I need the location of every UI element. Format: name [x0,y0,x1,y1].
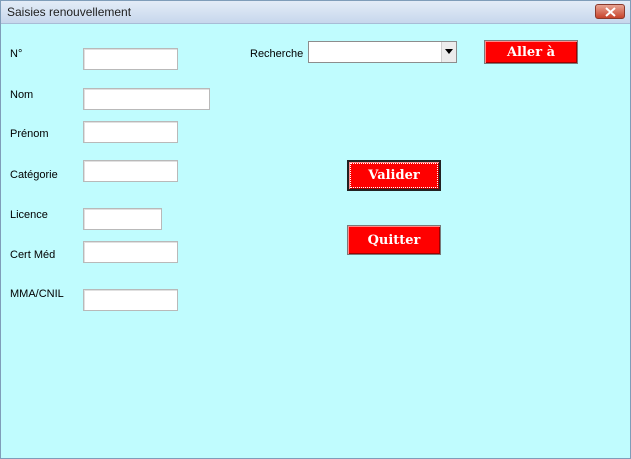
certmed-field[interactable] [83,241,178,263]
mma-cnil-label: MMA/CNIL [10,288,64,300]
search-label: Recherche [250,48,304,60]
nom-field[interactable] [83,88,210,110]
numero-label: N° [10,48,23,60]
window-title: Saisies renouvellement [7,5,132,19]
numero-field[interactable] [83,48,178,70]
dropdown-button[interactable] [441,42,456,62]
mma-cnil-field[interactable] [83,289,178,311]
title-bar: Saisies renouvellement [1,1,630,24]
goto-button[interactable]: Aller à [484,40,578,64]
validate-button[interactable]: Valider [347,160,441,191]
certmed-label: Cert Méd [10,249,56,261]
categorie-label: Catégorie [10,169,58,181]
licence-label: Licence [10,209,48,221]
close-icon [605,7,616,17]
quit-button[interactable]: Quitter [347,225,441,255]
prenom-field[interactable] [83,121,178,143]
dialog-window: Saisies renouvellement N° Nom Prénom Cat… [0,0,631,459]
categorie-field[interactable] [83,160,178,182]
chevron-down-icon [445,49,453,54]
close-button[interactable] [595,4,625,19]
prenom-label: Prénom [10,128,49,140]
licence-field[interactable] [83,208,162,230]
search-combobox[interactable] [308,41,457,63]
nom-label: Nom [10,89,34,101]
